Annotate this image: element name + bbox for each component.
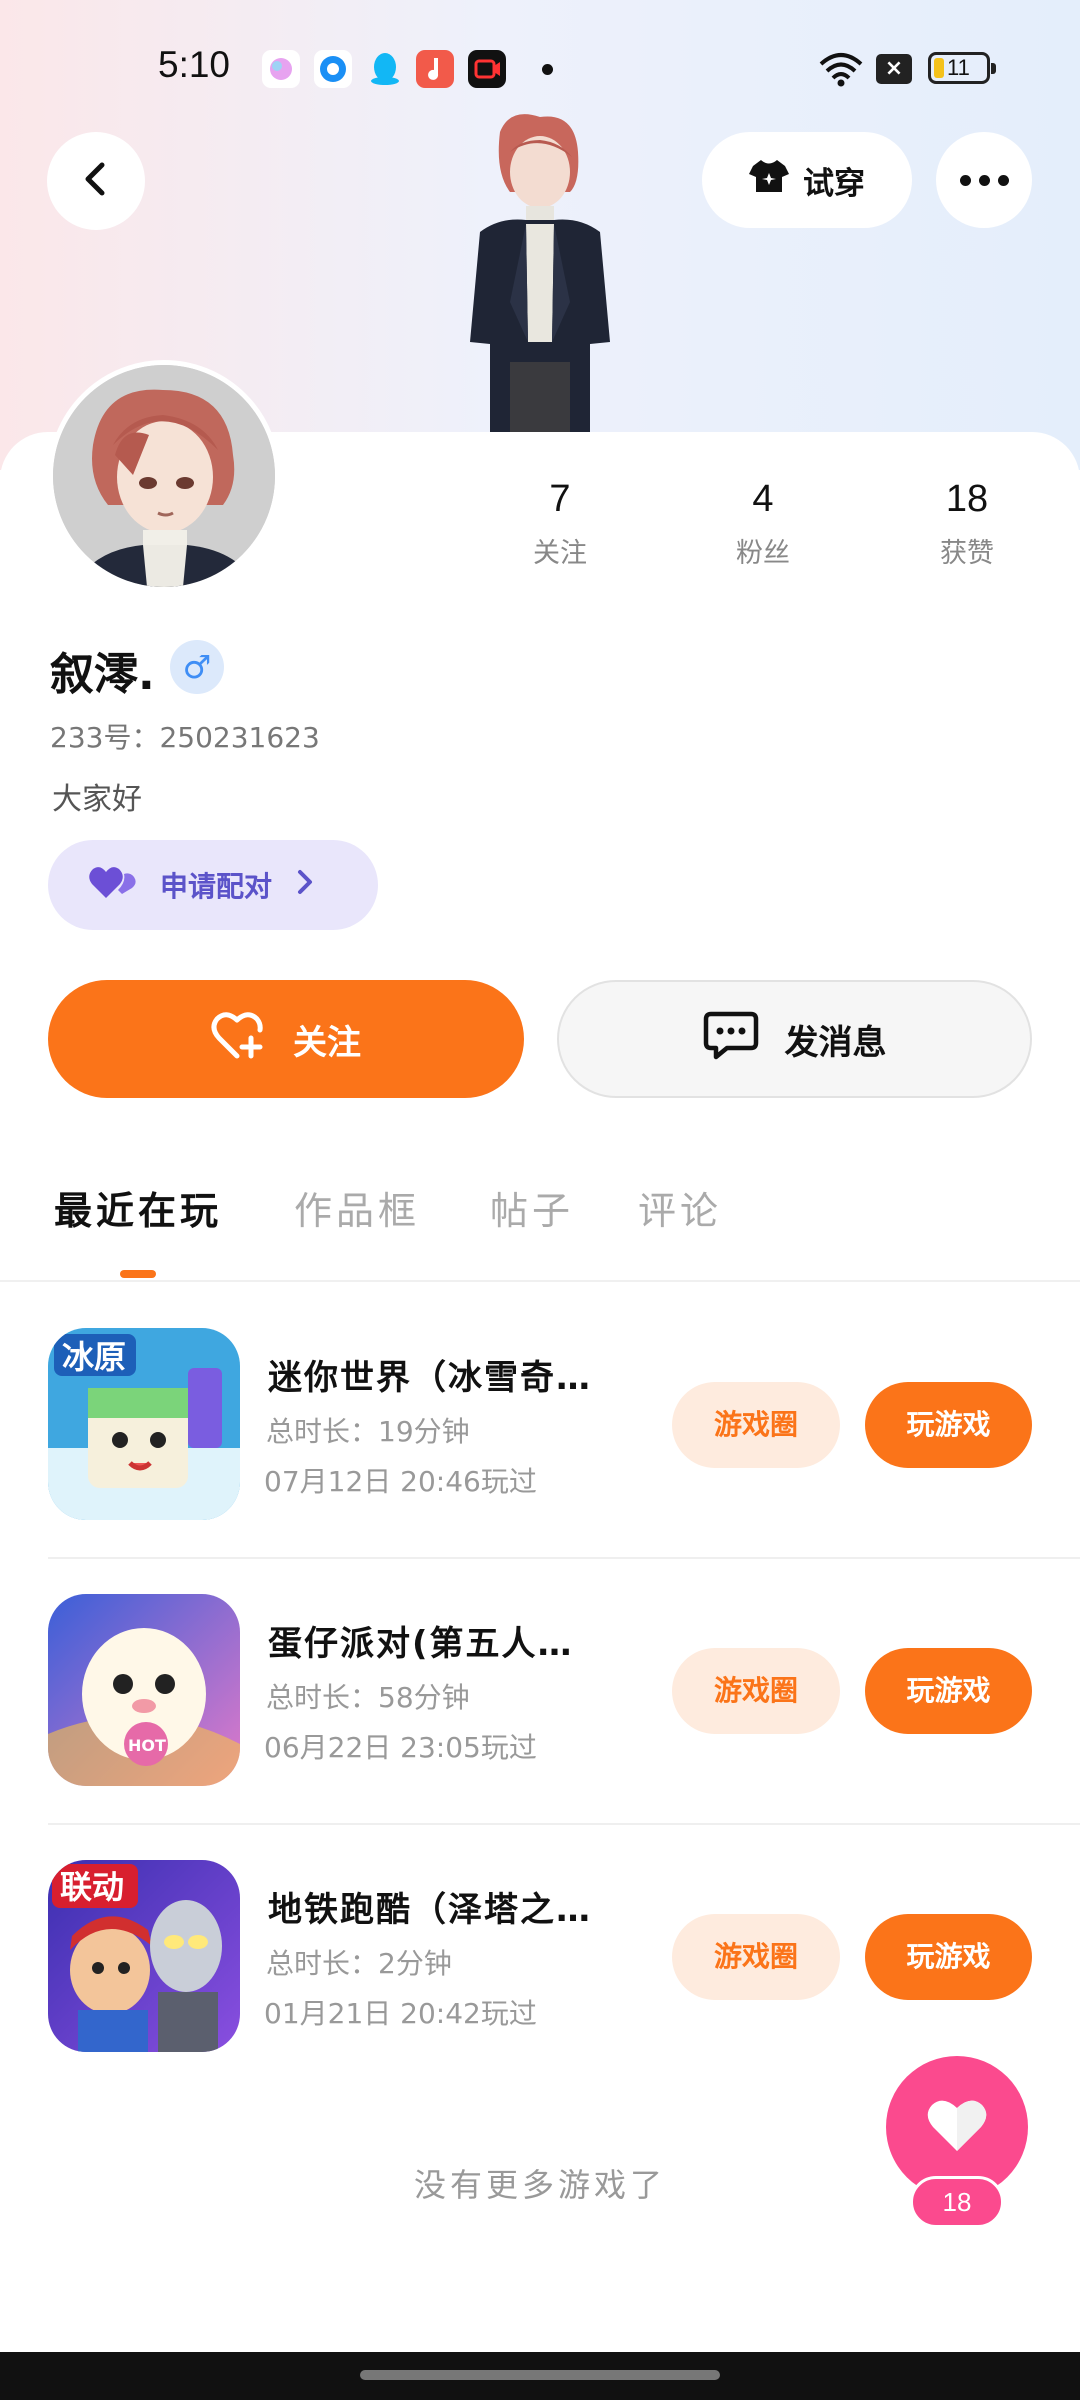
tab-works[interactable]: 作品框 <box>294 1180 420 1235</box>
no-sim-icon: × <box>876 54 912 84</box>
game-last-played: 01月21日 20:42玩过 <box>264 1997 537 2030</box>
profile-tabs: 最近在玩 作品框 帖子 评论 <box>0 1180 1080 1280</box>
play-game-button[interactable]: 玩游戏 <box>865 1648 1032 1734</box>
tshirt-icon <box>749 158 789 202</box>
avatar-3d-model <box>440 112 640 432</box>
game-circle-button[interactable]: 游戏圈 <box>672 1914 840 2000</box>
notification-dot-icon <box>542 64 553 75</box>
avatar[interactable] <box>48 360 280 592</box>
try-on-button[interactable]: 试穿 <box>702 132 912 228</box>
home-gesture-handle[interactable] <box>360 2370 720 2380</box>
more-options-button[interactable] <box>936 132 1032 228</box>
divider <box>48 1557 1080 1559</box>
divider <box>48 1823 1080 1825</box>
like-count-badge: 18 <box>910 2176 1004 2228</box>
stat-value: 4 <box>752 478 774 520</box>
heart-plus-icon <box>211 1010 267 1069</box>
stat-value: 18 <box>945 478 989 520</box>
game-icon-eggy-party: HOT <box>48 1594 240 1786</box>
chevron-left-icon <box>76 159 116 203</box>
system-navigation-bar <box>0 2352 1080 2400</box>
play-game-button[interactable]: 玩游戏 <box>865 1914 1032 2000</box>
game-circle-button[interactable]: 游戏圈 <box>672 1382 840 1468</box>
video-icon <box>468 50 506 88</box>
wifi-icon <box>818 50 864 92</box>
active-tab-indicator <box>120 1270 156 1278</box>
play-game-button[interactable]: 玩游戏 <box>865 1382 1032 1468</box>
chevron-right-icon <box>294 868 316 903</box>
stat-following[interactable]: 7 关注 <box>490 478 630 570</box>
game-icon-subway-surfers: 联动 <box>48 1860 240 2052</box>
status-bar: 5:10 × 11 <box>0 38 1080 100</box>
stat-value: 7 <box>549 478 571 520</box>
back-button[interactable] <box>47 132 145 230</box>
stat-likes[interactable]: 18 获赞 <box>897 478 1037 570</box>
follow-label: 关注 <box>293 1022 361 1063</box>
more-dots-icon <box>959 174 971 186</box>
game-icon-label: HOT <box>128 1736 166 1755</box>
game-icon-label: 联动 <box>60 1868 124 1906</box>
tab-posts[interactable]: 帖子 <box>490 1180 574 1235</box>
divider <box>0 1280 1080 1282</box>
game-title: 迷你世界（冰雪奇… <box>268 1358 592 1398</box>
request-pair-button[interactable]: 申请配对 <box>48 840 378 930</box>
qq-icon <box>366 50 404 88</box>
game-total-duration: 总时长：2分钟 <box>266 1947 452 1980</box>
battery-level: 11 <box>947 55 970 80</box>
male-gender-icon: ♂ <box>170 640 224 694</box>
stat-label: 获赞 <box>940 538 994 569</box>
game-title: 地铁跑酷（泽塔之… <box>268 1890 592 1930</box>
game-list-item[interactable]: 冰原 迷你世界（冰雪奇… 总时长：19分钟 07月12日 20:46玩过 游戏圈… <box>0 1328 1080 1594</box>
user-id: 233号：250231623 <box>50 721 320 754</box>
battery-icon: 11 <box>928 52 996 84</box>
chat-bubble-icon <box>703 1010 759 1069</box>
browser-icon <box>314 50 352 88</box>
game-circle-button[interactable]: 游戏圈 <box>672 1648 840 1734</box>
tab-comments[interactable]: 评论 <box>638 1180 722 1235</box>
game-icon-mini-world: 冰原 <box>48 1328 240 1520</box>
music-icon <box>416 50 454 88</box>
status-time: 5:10 <box>158 44 231 85</box>
game-list-item[interactable]: HOT 蛋仔派对(第五人… 总时长：58分钟 06月22日 23:05玩过 游戏… <box>0 1594 1080 1860</box>
pair-label: 申请配对 <box>160 870 273 903</box>
game-icon-label: 冰原 <box>62 1338 126 1376</box>
game-title: 蛋仔派对(第五人… <box>268 1624 574 1664</box>
game-last-played: 07月12日 20:46玩过 <box>264 1465 537 1498</box>
try-on-label: 试穿 <box>803 165 865 202</box>
heart-icon <box>926 2097 988 2157</box>
message-label: 发消息 <box>784 1022 887 1063</box>
follow-button[interactable]: 关注 <box>48 980 524 1098</box>
bubble-app-icon <box>262 50 300 88</box>
paired-hearts-icon <box>88 864 138 907</box>
game-total-duration: 总时长：19分钟 <box>266 1415 470 1448</box>
tab-recent-games[interactable]: 最近在玩 <box>54 1180 222 1235</box>
profile-bio: 大家好 <box>52 782 142 817</box>
stat-label: 粉丝 <box>736 538 790 569</box>
stat-label: 关注 <box>533 538 587 569</box>
profile-name: 叙澪. <box>50 649 155 700</box>
send-message-button[interactable]: 发消息 <box>557 980 1032 1098</box>
stat-fans[interactable]: 4 粉丝 <box>693 478 833 570</box>
game-last-played: 06月22日 23:05玩过 <box>264 1731 537 1764</box>
game-total-duration: 总时长：58分钟 <box>266 1681 470 1714</box>
